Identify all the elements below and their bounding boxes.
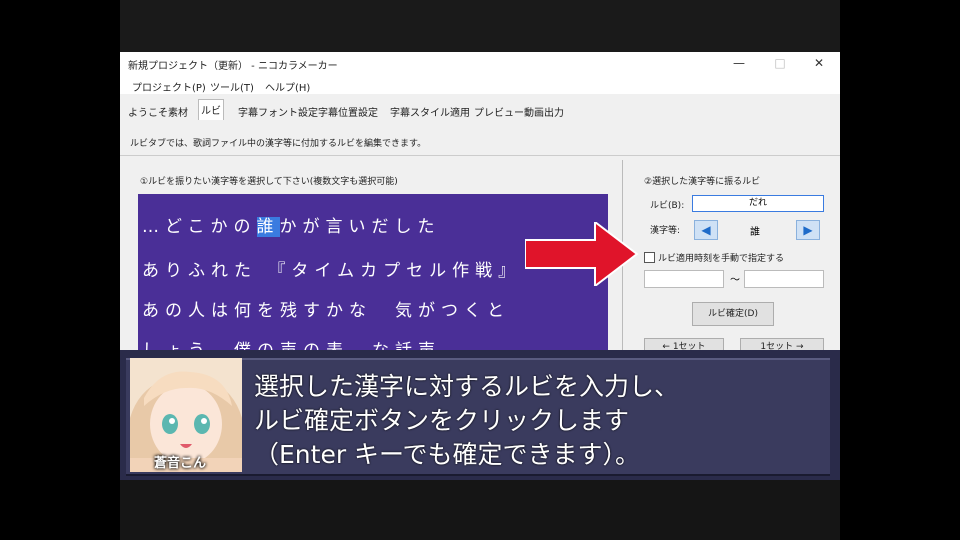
speaker-name: 蒼音こん (154, 456, 207, 471)
time-range-separator: ～ (730, 275, 740, 286)
lyric-line-3[interactable]: あの人は何を残すかな 気がつくと (142, 296, 510, 321)
tab-welcome[interactable]: ようこそ (126, 102, 170, 121)
subtitle-line-3: （Enter キーでも確定できます）。 (254, 440, 641, 469)
ruby-input[interactable]: だれ (692, 195, 824, 212)
ruby-end-time-input[interactable] (744, 270, 824, 288)
manual-time-checkbox[interactable] (644, 252, 655, 263)
tab-preview[interactable]: プレビュー (472, 102, 526, 121)
tab-ruby[interactable]: ルビ (198, 99, 224, 120)
menu-project[interactable]: プロジェクト(P) (132, 79, 206, 94)
ruby-start-time-input[interactable] (644, 270, 724, 288)
tab-font-settings[interactable]: 字幕フォント設定 (236, 102, 320, 121)
select-kanji-hint: ①ルビを振りたい漢字等を選択して下さい(複数文字も選択可能) (140, 177, 398, 187)
prev-kanji-button[interactable]: ◀ (694, 220, 718, 240)
red-arrow-icon (525, 222, 639, 286)
menu-help[interactable]: ヘルプ(H) (265, 79, 310, 94)
tab-style-apply[interactable]: 字幕スタイル適用 (388, 102, 472, 121)
minimize-button[interactable]: — (724, 54, 754, 72)
divider (120, 155, 840, 156)
menu-tools[interactable]: ツール(T) (210, 79, 254, 94)
tab-strip: ようこそ 素材 ルビ 字幕フォント設定 字幕位置設定 字幕スタイル適用 プレビュ… (120, 96, 840, 124)
selected-kanji[interactable]: 誰 (256, 217, 280, 237)
subtitle-line-2: ルビ確定ボタンをクリックします (254, 406, 630, 435)
ruby-label: ルビ(B): (650, 201, 685, 211)
tab-video-output[interactable]: 動画出力 (522, 102, 566, 121)
lyric-line-2[interactable]: ありふれた 『タイムカプセル作戦』 (142, 256, 521, 281)
close-button[interactable]: ✕ (804, 54, 834, 72)
subtitle-box: 蒼音こん 選択した漢字に対するルビを入力し、 ルビ確定ボタンをクリックします （… (120, 350, 840, 480)
next-kanji-button[interactable]: ▶ (796, 220, 820, 240)
window-title: 新規プロジェクト（更新） - ニコカラメーカー (128, 61, 338, 72)
lyric-line-1[interactable]: …どこかの誰かが言いだした (142, 212, 441, 237)
manual-time-label: ルビ適用時刻を手動で指定する (658, 254, 785, 264)
ruby-heading: ②選択した漢字等に振るルビ (644, 177, 761, 187)
subtitle-text: 選択した漢字に対するルビを入力し、 ルビ確定ボタンをクリックします （Enter… (254, 370, 679, 472)
title-bar: 新規プロジェクト（更新） - ニコカラメーカー — □ ✕ (120, 52, 840, 74)
tab-position-settings[interactable]: 字幕位置設定 (316, 102, 380, 121)
ruby-confirm-button[interactable]: ルビ確定(D) (692, 302, 774, 326)
maximize-button[interactable]: □ (765, 54, 795, 72)
menu-bar: プロジェクト(P) ツール(T) ヘルプ(H) (120, 74, 840, 94)
video-frame: 新規プロジェクト（更新） - ニコカラメーカー — □ ✕ プロジェクト(P) … (120, 0, 840, 540)
subtitle-line-1: 選択した漢字に対するルビを入力し、 (254, 372, 680, 401)
kanji-value: 誰 (750, 227, 760, 238)
kanji-label: 漢字等: (650, 226, 681, 236)
bottom-bar (120, 480, 840, 540)
app-window: 新規プロジェクト（更新） - ニコカラメーカー — □ ✕ プロジェクト(P) … (120, 52, 840, 352)
tab-material[interactable]: 素材 (166, 102, 190, 121)
tab-description: ルビタブでは、歌詞ファイル中の漢字等に付加するルビを編集できます。 (130, 139, 427, 149)
